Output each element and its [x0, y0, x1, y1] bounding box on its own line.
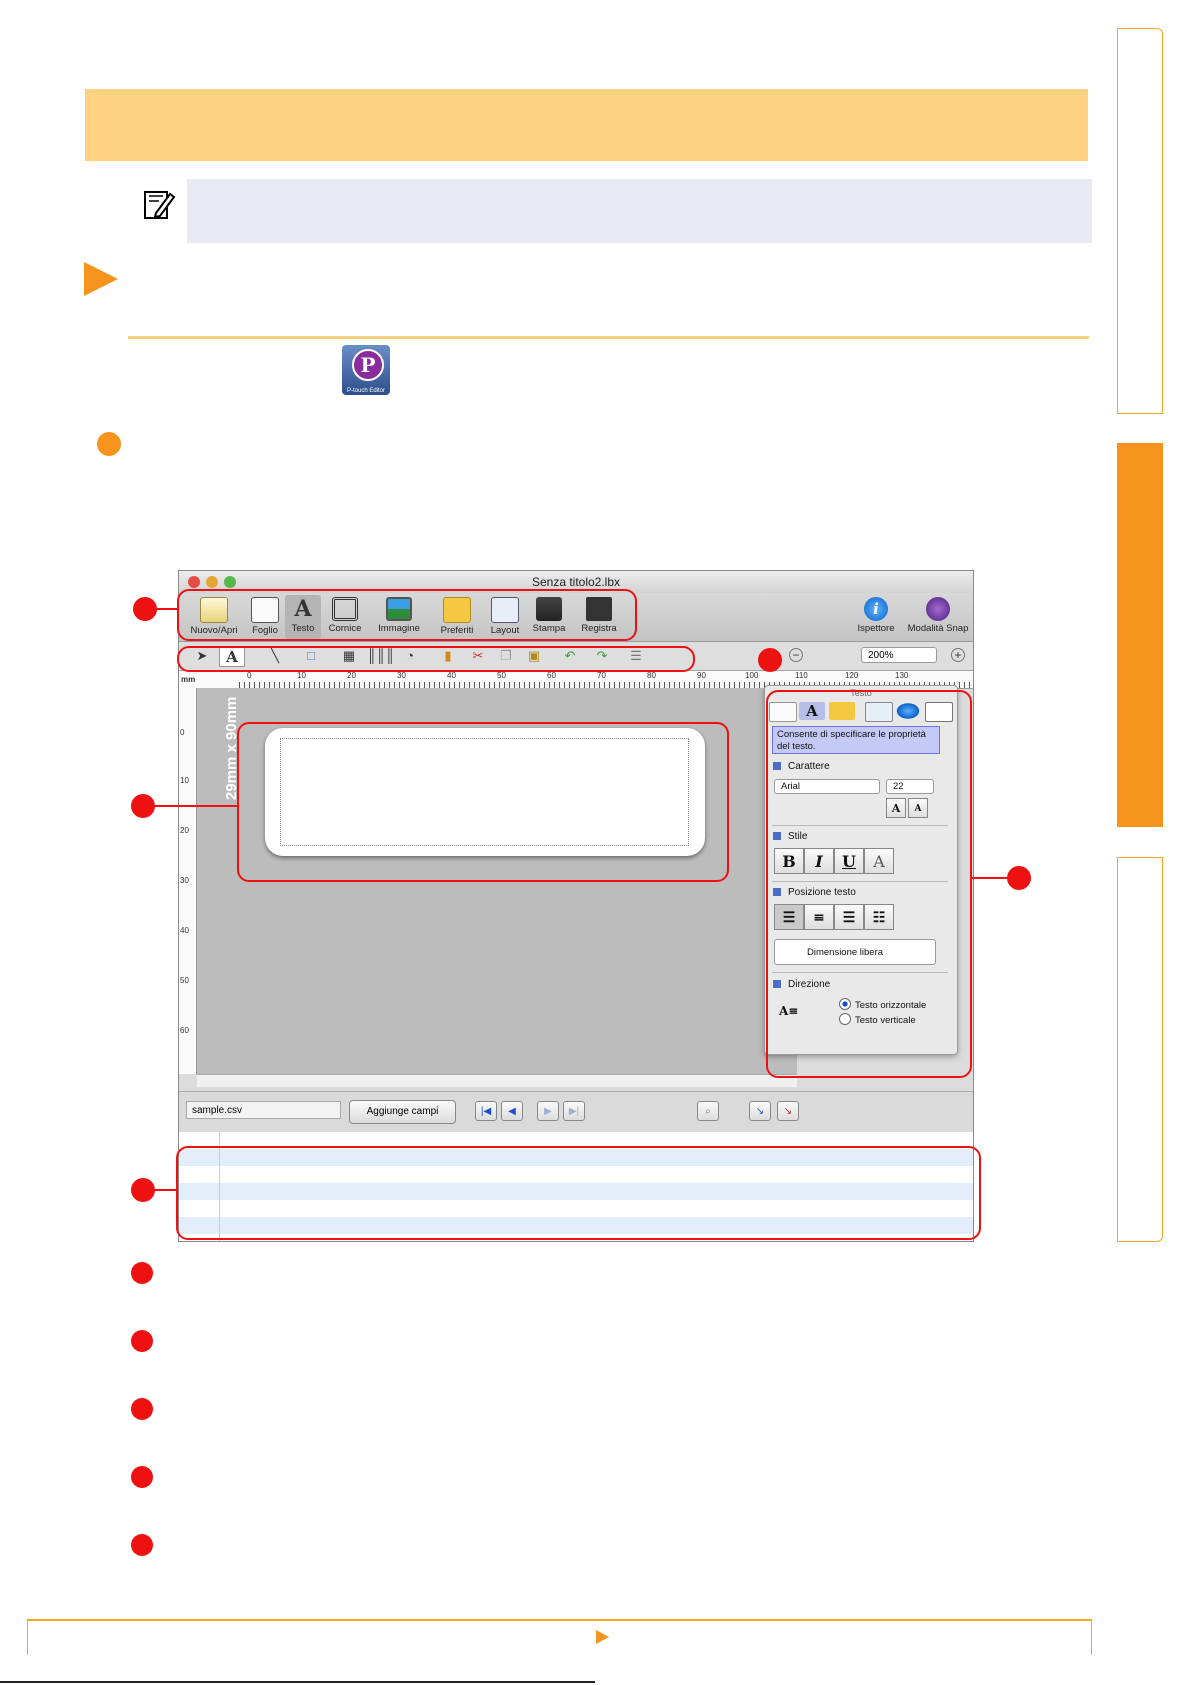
minimize-button[interactable]: [206, 576, 218, 588]
note-box: [187, 179, 1092, 243]
add-fields-button[interactable]: Aggiunge campi: [349, 1100, 456, 1124]
snap-icon: [926, 597, 950, 621]
database-toolbar: sample.csv Aggiunge campi |◀ ◀ ▶ ▶| ⌕ ↘ …: [179, 1091, 973, 1132]
p-touch-editor-app-icon[interactable]: P P-touch Editor: [342, 345, 390, 395]
side-tab-top[interactable]: [1117, 28, 1163, 414]
callout-box-command-bar: [177, 589, 637, 641]
last-record-icon[interactable]: ▶|: [563, 1101, 585, 1121]
callout-dot-command-bar: [133, 597, 157, 621]
zoom-out-button[interactable]: −: [789, 648, 803, 662]
zoom-select[interactable]: 200%: [861, 647, 937, 663]
legend-dot-4: [131, 1466, 153, 1488]
callout-dot-draw-toolbar: [758, 648, 782, 672]
step-bullet: [97, 432, 121, 456]
next-page-arrow-icon[interactable]: [596, 1630, 609, 1644]
section-title-band: [85, 89, 1088, 161]
database-file-field[interactable]: sample.csv: [186, 1101, 341, 1119]
info-icon: i: [864, 597, 888, 621]
callout-line-inspector: [970, 877, 1008, 879]
legend-dot-1: [131, 1262, 153, 1284]
callout-box-layout-window: [237, 722, 729, 882]
sort-ascending-icon[interactable]: ↘: [749, 1101, 771, 1121]
callout-line-command-bar: [155, 608, 179, 610]
vertical-ruler: 0 10 20 30 40 50 60: [179, 688, 197, 1074]
side-tab-active[interactable]: [1117, 443, 1163, 827]
note-pencil-icon: [142, 188, 176, 222]
callout-dot-layout-window: [131, 794, 155, 818]
callout-dot-database: [131, 1178, 155, 1202]
close-button[interactable]: [188, 576, 200, 588]
sort-descending-icon[interactable]: ↘: [777, 1101, 799, 1121]
callout-box-database: [176, 1146, 981, 1240]
callout-box-draw-toolbar: [177, 646, 695, 672]
callout-line-database: [153, 1189, 178, 1191]
zoom-in-button[interactable]: +: [951, 648, 965, 662]
callout-box-inspector: [766, 690, 972, 1078]
prev-record-icon[interactable]: ◀: [501, 1101, 523, 1121]
section-arrow-icon: [84, 262, 118, 296]
snap-mode-button[interactable]: Modalità Snap: [903, 595, 973, 639]
first-record-icon[interactable]: |◀: [475, 1101, 497, 1121]
legend-dot-2: [131, 1330, 153, 1352]
callout-dot-inspector: [1007, 866, 1031, 890]
page-footer: [27, 1619, 1092, 1655]
horizontal-scrollbar[interactable]: [197, 1074, 797, 1087]
zoom-button[interactable]: [224, 576, 236, 588]
callout-line-layout-window: [153, 805, 239, 807]
legend-dot-5: [131, 1534, 153, 1556]
section-rule: [128, 336, 1089, 339]
bottom-rule: [0, 1681, 595, 1683]
next-record-icon[interactable]: ▶: [537, 1101, 559, 1121]
inspector-button[interactable]: i Ispettore: [851, 595, 901, 639]
search-icon[interactable]: ⌕: [697, 1101, 719, 1121]
legend-dot-3: [131, 1398, 153, 1420]
side-tab-bottom[interactable]: [1117, 857, 1163, 1242]
